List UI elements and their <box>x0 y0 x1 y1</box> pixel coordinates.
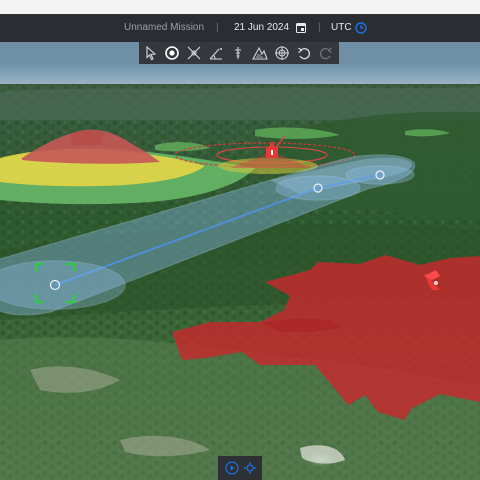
settings-icon[interactable] <box>243 461 257 475</box>
waypoint-ring[interactable] <box>345 165 415 185</box>
antenna-icon[interactable] <box>230 45 246 61</box>
mountain-peak-shadow <box>70 130 105 145</box>
crosshair-icon[interactable] <box>186 45 202 61</box>
separator: | <box>318 22 321 33</box>
select-arrow-icon[interactable] <box>143 45 159 61</box>
waypoint-ring[interactable] <box>0 260 126 310</box>
clock-icon[interactable] <box>355 22 367 34</box>
mission-title[interactable]: Unnamed Mission <box>124 14 204 42</box>
browser-strip <box>0 0 480 14</box>
measure-angle-icon[interactable] <box>208 45 224 61</box>
waypoint-icon[interactable] <box>164 45 180 61</box>
waypoint-ring[interactable] <box>275 175 361 201</box>
bottom-controls <box>218 456 262 480</box>
calendar-icon[interactable] <box>296 22 306 33</box>
map-toolbar <box>139 42 339 64</box>
target-icon[interactable] <box>274 45 290 61</box>
undo-icon[interactable] <box>296 45 312 61</box>
play-icon[interactable] <box>225 461 239 475</box>
map-viewport[interactable] <box>0 64 480 480</box>
terrain-icon[interactable] <box>252 45 268 61</box>
timezone-label[interactable]: UTC <box>331 14 352 42</box>
separator: | <box>216 22 219 33</box>
redo-icon[interactable] <box>318 45 334 61</box>
cloud <box>304 452 336 468</box>
mission-date[interactable]: 21 Jun 2024 <box>234 14 289 42</box>
mission-bar: Unnamed Mission | 21 Jun 2024 | UTC <box>0 14 480 42</box>
